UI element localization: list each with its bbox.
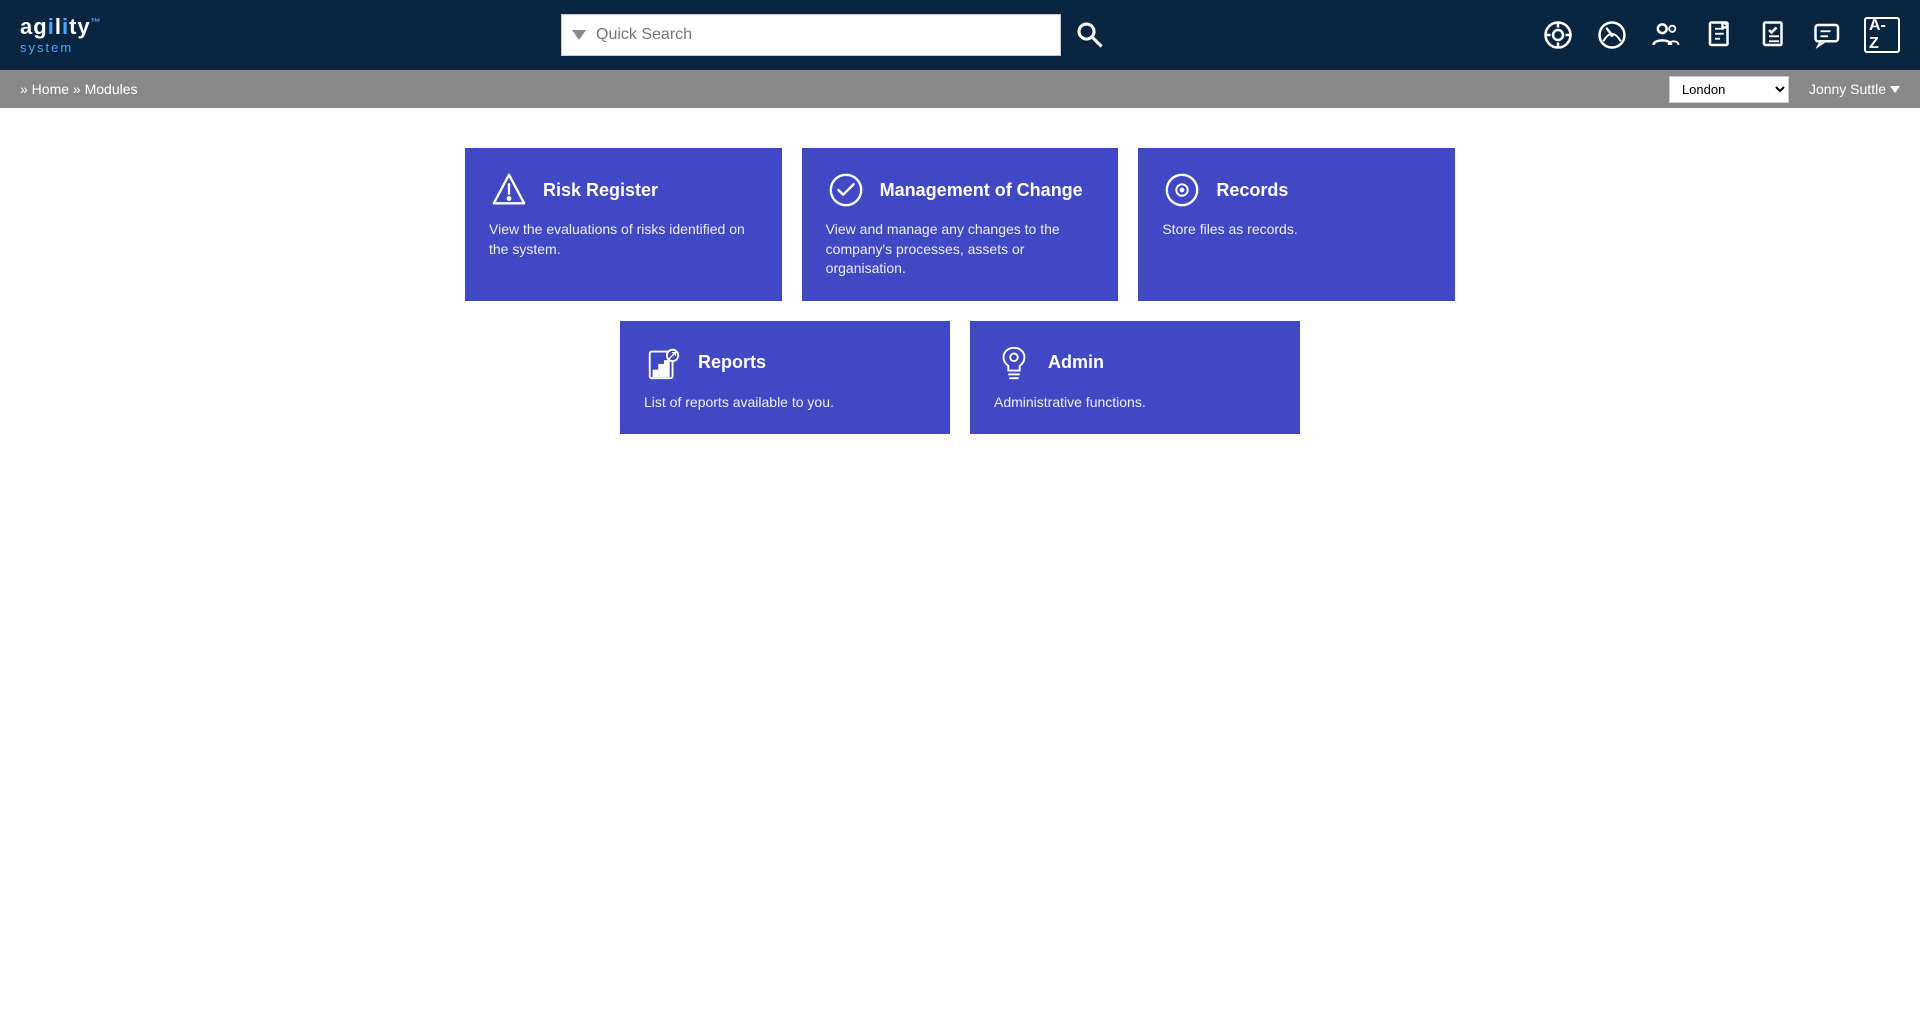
logo[interactable]: agility™ system [20,16,130,55]
modules-grid: Risk Register View the evaluations of ri… [465,148,1455,434]
breadcrumb-bar: » Home » Modules London New York Paris B… [0,70,1920,108]
document-icon[interactable] [1702,17,1738,53]
reports-icon [644,343,684,383]
module-reports[interactable]: Reports List of reports available to you… [620,321,950,435]
logo-tagline: system [20,40,73,55]
search-icon [1074,19,1104,49]
header: agility™ system [0,0,1920,70]
messages-icon[interactable] [1810,17,1846,53]
module-admin[interactable]: Admin Administrative functions. [970,321,1300,435]
search-container [150,14,1520,57]
location-select[interactable]: London New York Paris Berlin [1669,76,1789,103]
admin-desc: Administrative functions. [994,393,1276,413]
module-risk-register[interactable]: Risk Register View the evaluations of ri… [465,148,782,301]
module-records[interactable]: Records Store files as records. [1138,148,1455,301]
search-input[interactable] [596,15,1060,55]
admin-title: Admin [1048,352,1104,373]
user-menu[interactable]: Jonny Suttle [1809,81,1900,97]
breadcrumb-right: London New York Paris Berlin Jonny Suttl… [1669,76,1900,103]
module-moc-header: Management of Change [826,170,1095,210]
records-icon [1162,170,1202,210]
logo-name: agility™ [20,16,102,38]
header-icons: A-Z [1540,17,1900,53]
az-label: A-Z [1866,15,1898,55]
reports-title: Reports [698,352,766,373]
search-filter-icon[interactable] [572,30,586,40]
profile-settings-icon[interactable] [1540,17,1576,53]
risk-register-desc: View the evaluations of risks identified… [489,220,758,259]
admin-icon [994,343,1034,383]
module-admin-header: Admin [994,343,1276,383]
modules-row-1: Risk Register View the evaluations of ri… [465,148,1455,301]
search-box [561,14,1061,56]
search-button[interactable] [1069,14,1109,57]
moc-title: Management of Change [880,180,1083,201]
moc-icon [826,170,866,210]
reports-desc: List of reports available to you. [644,393,926,413]
modules-row-2: Reports List of reports available to you… [465,321,1455,435]
moc-desc: View and manage any changes to the compa… [826,220,1095,279]
breadcrumb: » Home » Modules [20,81,138,97]
records-title: Records [1216,180,1288,201]
users-icon[interactable] [1648,17,1684,53]
risk-register-title: Risk Register [543,180,658,201]
module-risk-register-header: Risk Register [489,170,758,210]
risk-register-icon [489,170,529,210]
checklist-icon[interactable] [1756,17,1792,53]
module-records-header: Records [1162,170,1431,210]
module-reports-header: Reports [644,343,926,383]
az-icon[interactable]: A-Z [1864,17,1900,53]
dashboard-icon[interactable] [1594,17,1630,53]
user-name-label: Jonny Suttle [1809,81,1886,97]
user-dropdown-icon [1890,86,1900,93]
module-management-of-change[interactable]: Management of Change View and manage any… [802,148,1119,301]
records-desc: Store files as records. [1162,220,1431,240]
main-content: Risk Register View the evaluations of ri… [0,108,1920,1013]
